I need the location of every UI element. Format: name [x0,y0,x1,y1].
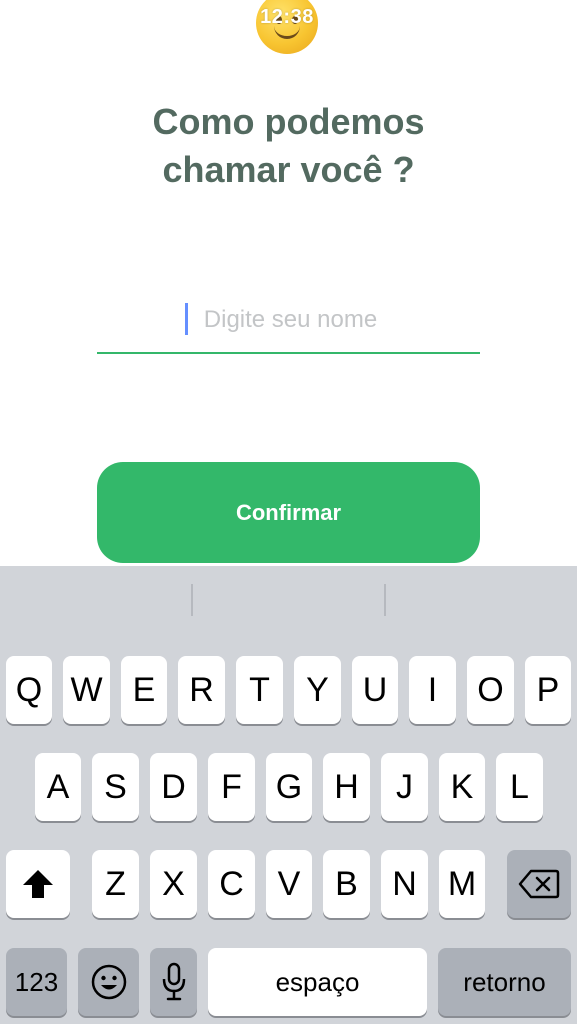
numbers-key[interactable]: 123 [6,948,67,1016]
key-y[interactable]: Y [294,656,341,724]
confirm-button[interactable]: Confirmar [97,462,480,563]
key-a[interactable]: A [35,753,81,821]
key-o[interactable]: O [467,656,514,724]
backspace-key[interactable] [507,850,571,918]
suggestion-divider [384,584,386,616]
key-z[interactable]: Z [92,850,139,918]
key-p[interactable]: P [525,656,571,724]
microphone-key[interactable] [150,948,197,1016]
key-r[interactable]: R [178,656,225,724]
key-c[interactable]: C [208,850,255,918]
key-t[interactable]: T [236,656,283,724]
space-key[interactable]: espaço [208,948,427,1016]
page-title-line-2: chamar você ? [162,149,415,190]
backspace-icon [518,869,560,899]
key-i[interactable]: I [409,656,456,724]
key-l[interactable]: L [496,753,543,821]
key-k[interactable]: K [439,753,485,821]
key-m[interactable]: M [439,850,485,918]
text-caret [185,303,188,335]
key-n[interactable]: N [381,850,428,918]
smiley-icon [91,964,126,1000]
shift-arrow-icon [23,870,53,898]
status-time: 12:38 [260,6,314,28]
return-key[interactable]: retorno [438,948,571,1016]
page-title-line-1: Como podemos [152,101,425,142]
key-g[interactable]: G [266,753,312,821]
page-title: Como podemos chamar você ? [0,98,577,194]
shift-key[interactable] [6,850,70,918]
microphone-icon [162,962,185,1001]
key-d[interactable]: D [150,753,197,821]
emoji-key[interactable] [78,948,139,1016]
key-v[interactable]: V [266,850,312,918]
keyboard: Q W E R T Y U I O P A S D F G H J K L Z … [0,566,577,1024]
key-w[interactable]: W [63,656,110,724]
key-s[interactable]: S [92,753,139,821]
suggestion-divider [191,584,193,616]
key-e[interactable]: E [121,656,167,724]
key-x[interactable]: X [150,850,197,918]
name-field [97,298,484,354]
key-b[interactable]: B [323,850,370,918]
key-h[interactable]: H [323,753,370,821]
key-q[interactable]: Q [6,656,52,724]
key-j[interactable]: J [381,753,428,821]
key-f[interactable]: F [208,753,255,821]
name-input[interactable] [97,298,484,342]
key-u[interactable]: U [352,656,398,724]
